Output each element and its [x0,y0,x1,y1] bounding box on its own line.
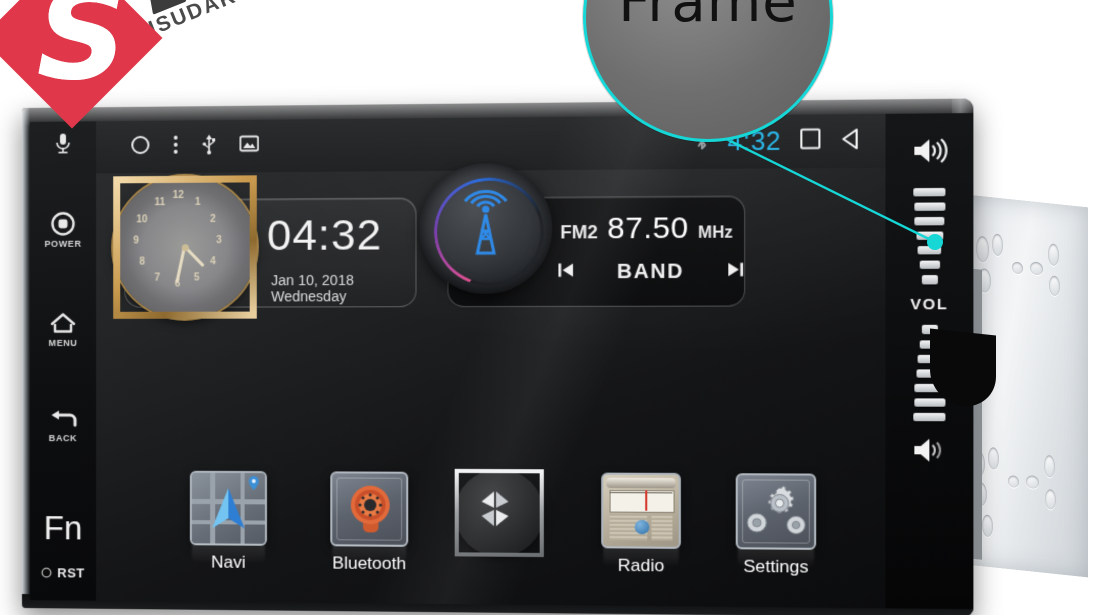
home-widgets: 12 1 2 3 4 5 6 7 8 9 10 11 04:32 Jan 10,… [96,162,885,365]
menu-key-label: MENU [48,337,78,348]
bluetooth-speaker-icon [349,484,392,540]
home-circle-icon[interactable] [130,134,150,159]
band-button[interactable]: BAND [617,260,684,284]
recents-square-icon[interactable] [799,128,821,155]
skip-previous-icon[interactable] [556,262,575,284]
brand-letter: S [36,0,128,108]
radio-band-value: FM2 [560,221,598,243]
reset-pinhole-icon [41,567,52,578]
mic-key[interactable] [30,131,96,156]
app-drawer[interactable] [444,468,554,558]
analog-watch-face: 12 1 2 3 4 5 6 7 8 9 10 11 [113,175,257,319]
menu-key[interactable]: MENU [30,311,96,348]
app-navi[interactable]: Navi [175,470,283,574]
radio-frequency-unit: MHz [698,224,733,242]
settings-tile [735,473,817,550]
hardware-key-column: POWER MENU BACK Fn RST [29,121,97,601]
screenshot-stage: POWER MENU BACK Fn RST 4:32 12 1 2 3 4 5… [0,0,1100,615]
fn-key-label: Fn [43,509,83,547]
skip-next-icon[interactable] [726,261,745,283]
widget-date: Jan 10, 2018 Wednesday [271,272,415,305]
reset-key-label: RST [57,565,85,581]
vol-bar[interactable] [917,246,942,255]
vol-bar[interactable] [921,275,938,285]
app-bluetooth[interactable]: Bluetooth [315,471,424,574]
app-settings[interactable]: Settings [720,473,832,578]
power-key-label: POWER [44,238,82,249]
radio-frequency-value: 87.50 [607,211,689,246]
vol-bar[interactable] [913,202,945,211]
back-arrow-icon [48,408,78,430]
radio-widget[interactable]: FM2 87.50 MHz BAND [419,162,746,308]
radio-tile [601,472,681,549]
volume-up-icon[interactable] [911,136,947,170]
usb-icon[interactable] [201,133,217,159]
navigation-arrow-icon [205,484,252,540]
clock-widget[interactable]: 12 1 2 3 4 5 6 7 8 9 10 11 04:32 Jan 10,… [113,175,417,319]
app-drawer-icon [454,468,544,558]
vol-bar[interactable] [913,187,946,197]
app-shortcut-row: Navi [96,466,885,604]
car-head-unit: POWER MENU BACK Fn RST 4:32 12 1 2 3 4 5… [22,98,974,615]
vol-bar[interactable] [919,260,940,269]
radio-controls: BAND [556,260,745,284]
map-pin-icon [248,476,260,496]
touchscreen[interactable]: 4:32 12 1 2 3 4 5 6 7 8 9 10 11 04:32 Ja… [96,113,886,609]
widget-weekday-value: Wednesday [271,288,347,305]
brand-watermark: ISUDAR S [0,0,320,130]
gears-icon [744,481,808,546]
home-icon [49,311,77,335]
back-triangle-icon[interactable] [840,127,862,155]
app-radio[interactable]: Radio [586,472,697,577]
vol-bar[interactable] [914,216,945,226]
volume-down-icon[interactable] [911,437,947,469]
widget-digital-time: 04:32 [266,210,383,261]
bluetooth-tile [330,471,409,547]
power-key[interactable]: POWER [30,211,96,249]
back-key-label: BACK [48,433,78,444]
vol-bar[interactable] [913,412,946,422]
volume-label: VOL [910,295,949,314]
reset-key[interactable]: RST [30,565,96,581]
back-key[interactable]: BACK [30,408,96,443]
radio-frequency-display: FM2 87.50 MHz [556,211,736,247]
fn-key[interactable]: Fn [30,509,96,548]
radio-knob[interactable] [419,162,553,294]
radio-tower-icon [450,190,523,271]
navi-tile [189,470,267,546]
microphone-icon [53,132,73,156]
power-icon [51,211,75,236]
callout-label: Frame [618,0,798,35]
unit-left-edge [22,107,30,609]
overflow-menu-icon[interactable] [173,134,179,159]
vol-bar[interactable] [915,231,943,240]
widget-date-value: Jan 10, 2018 [271,271,354,289]
screenshot-icon[interactable] [240,135,259,157]
vol-bar[interactable] [913,398,945,407]
